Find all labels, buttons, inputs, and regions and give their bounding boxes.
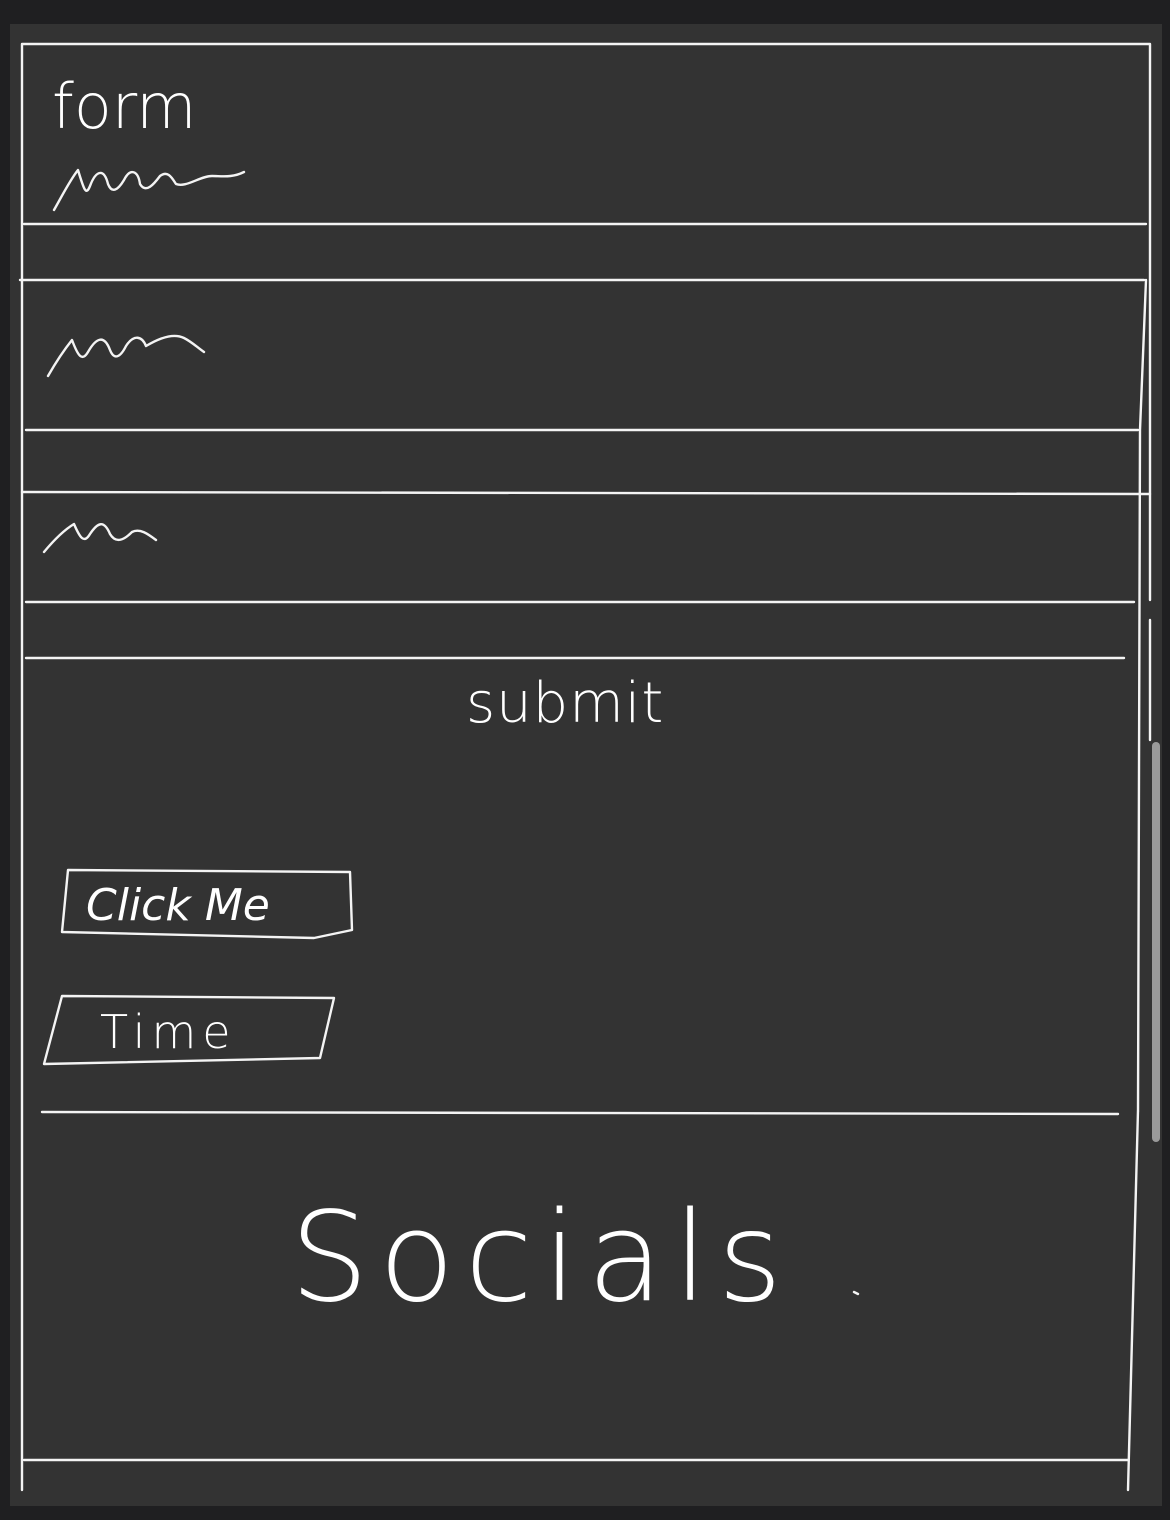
field-3-label-scribble [42, 522, 158, 554]
wireframe-sketch: form submit Click Me Time Socials [18, 42, 1152, 1492]
socials-dot [852, 1290, 860, 1296]
field-2-label-scribble [46, 334, 206, 378]
vertical-scrollbar[interactable] [1152, 742, 1160, 1142]
footer-divider [40, 1110, 1120, 1116]
divider-2 [20, 490, 1152, 496]
form-title: form [52, 70, 197, 143]
submit-button[interactable]: submit [466, 671, 664, 736]
socials-heading: Socials [290, 1186, 792, 1330]
time-label: Time [100, 1005, 237, 1059]
form-subtitle-scribble [52, 168, 246, 212]
click-me-label: Click Me [86, 880, 270, 931]
